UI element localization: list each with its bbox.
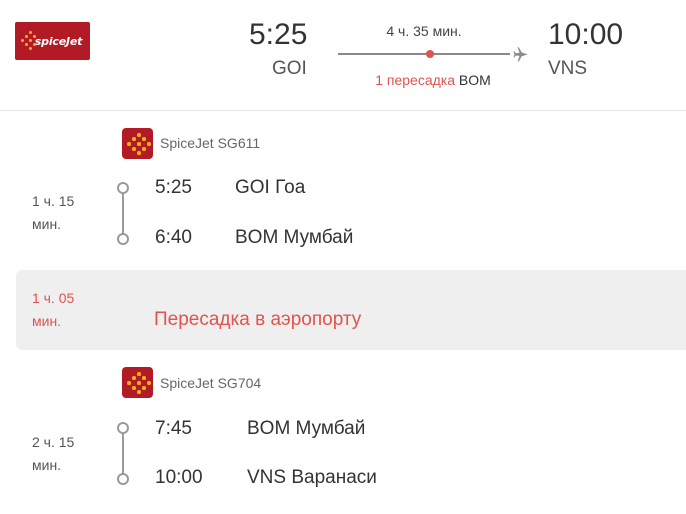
segment-airline: SpiceJet SG611 [160, 135, 261, 151]
segment-depart-time: 5:25 [155, 177, 192, 198]
segment-arrive-place: BOM Мумбай [235, 227, 354, 248]
flight-summary-header: spiceJet 5:25 GOI 4 ч. 35 мин. 1 пересад… [0, 0, 686, 111]
departure-dot-icon [117, 422, 129, 434]
segment-arrive-time: 10:00 [155, 467, 203, 488]
segment-duration: 1 ч. 15 мин. [32, 193, 75, 232]
layover-duration: 1 ч. 05 мин. [32, 290, 75, 329]
segment-depart-time: 7:45 [155, 418, 192, 439]
depart-time: 5:25 [249, 18, 308, 51]
arrive-code: VNS [548, 58, 588, 79]
transfer-airport: BOM [458, 72, 491, 88]
layover-text: Пересадка в аэропорту [154, 309, 362, 330]
plane-icon [513, 47, 528, 62]
airline-logo-icon [122, 367, 153, 398]
arrival-dot-icon [117, 473, 129, 485]
total-duration: 4 ч. 35 мин. [386, 23, 462, 39]
spicejet-dots-icon [21, 31, 39, 51]
segment-duration: 2 ч. 15 мин. [32, 434, 75, 473]
route-timeline [338, 50, 510, 58]
transfer-count: 1 пересадка [375, 72, 455, 88]
segment-arrive-time: 6:40 [155, 227, 192, 248]
spicejet-logo-text: spiceJet [34, 34, 83, 48]
arrival-dot-icon [117, 233, 129, 245]
spicejet-logo: spiceJet [15, 22, 90, 60]
segment-line [122, 432, 124, 478]
airline-logo-icon [122, 128, 153, 159]
segment-line [122, 192, 124, 238]
segment-airline: SpiceJet SG704 [160, 375, 262, 391]
depart-code: GOI [272, 58, 307, 79]
transfer-summary: 1 пересадка BOM [338, 72, 528, 88]
stop-marker [426, 50, 434, 58]
segment-depart-place: GOI Гоа [235, 177, 306, 198]
arrive-time: 10:00 [548, 18, 624, 51]
segment-arrive-place: VNS Варанаси [247, 467, 377, 488]
departure-dot-icon [117, 182, 129, 194]
segment-depart-place: BOM Мумбай [247, 418, 366, 439]
